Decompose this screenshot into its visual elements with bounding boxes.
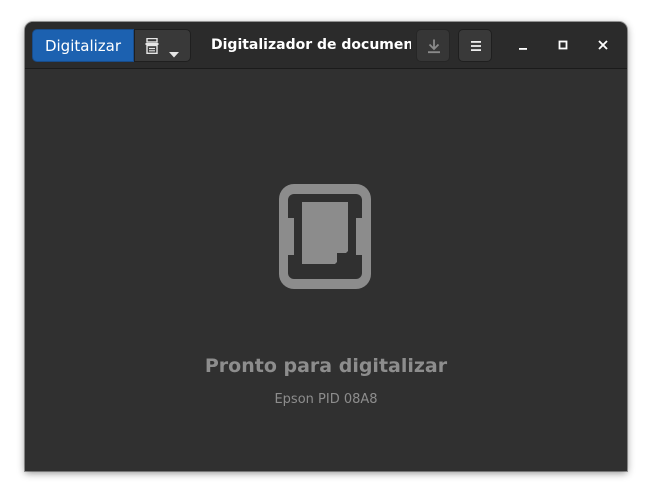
hamburger-menu-icon	[471, 41, 481, 51]
download-icon	[428, 39, 440, 54]
caret-down-icon	[169, 43, 179, 62]
scan-button[interactable]: Digitalizar	[32, 29, 134, 62]
status-title: Pronto para digitalizar	[204, 355, 448, 377]
minimize-button[interactable]	[511, 33, 535, 57]
scanner-name: Epson PID 08A8	[274, 392, 378, 407]
window-title: Digitalizador de document...	[211, 37, 411, 53]
scan-type-menu-button[interactable]	[134, 29, 191, 62]
maximize-button[interactable]	[551, 33, 575, 57]
status-page: Pronto para digitalizar Epson PID 08A8	[25, 69, 627, 471]
document-scan-icon	[145, 37, 159, 58]
scanner-document-icon	[279, 184, 371, 293]
main-menu-button[interactable]	[458, 29, 492, 62]
headerbar: Digitalizar Digitalizador de document...	[25, 22, 627, 69]
minimize-icon	[519, 48, 527, 50]
close-icon	[598, 40, 608, 50]
close-button[interactable]	[591, 33, 615, 57]
simple-scan-window: Digitalizar Digitalizador de document...	[25, 22, 627, 471]
maximize-icon	[558, 40, 568, 50]
save-button[interactable]	[416, 29, 450, 62]
